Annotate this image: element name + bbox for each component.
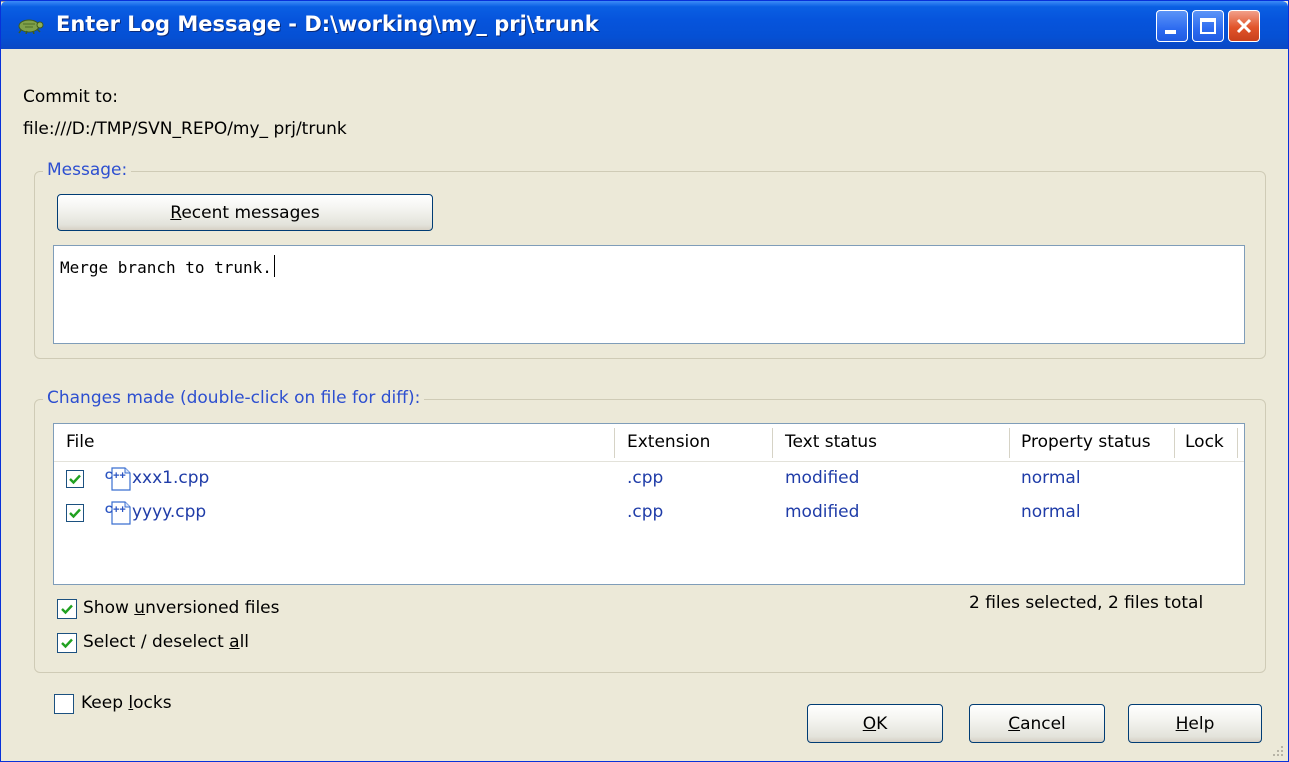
window-title: Enter Log Message - D:\working\my_ prj\t… — [56, 12, 599, 36]
maximize-icon — [1200, 18, 1216, 34]
check-mark-icon — [61, 604, 73, 615]
changed-files-list[interactable]: File Extension Text status Property stat… — [53, 423, 1245, 585]
svg-text:C++: C++ — [105, 504, 126, 516]
cpp-file-icon: C++ — [105, 501, 131, 525]
check-mark-icon — [69, 474, 81, 485]
column-divider[interactable] — [1237, 428, 1238, 458]
log-message-input[interactable]: Merge branch to trunk. — [53, 245, 1245, 344]
show-unversioned-checkbox[interactable] — [57, 599, 77, 619]
help-button[interactable]: Help — [1128, 704, 1262, 743]
row-property-status: normal — [1021, 502, 1081, 522]
message-group-title: Message: — [43, 160, 132, 180]
column-divider[interactable] — [772, 428, 773, 458]
cpp-file-icon: C++ — [105, 467, 131, 491]
list-header: File Extension Text status Property stat… — [54, 424, 1244, 462]
selection-summary: 2 files selected, 2 files total — [969, 593, 1204, 613]
close-icon — [1236, 18, 1252, 34]
table-row[interactable]: C++ xxx1.cpp .cpp modified normal — [54, 464, 1244, 498]
column-header-extension[interactable]: Extension — [627, 432, 710, 452]
recent-messages-button[interactable]: Recent messages — [57, 194, 433, 231]
row-text-status: modified — [785, 468, 860, 488]
changes-group-title: Changes made (double-click on file for d… — [43, 388, 425, 408]
log-message-text: Merge branch to trunk. — [60, 258, 272, 277]
row-checkbox[interactable] — [66, 470, 84, 488]
row-extension: .cpp — [627, 502, 664, 522]
column-header-file[interactable]: File — [66, 432, 94, 452]
show-unversioned-label[interactable]: Show unversioned files — [83, 598, 280, 618]
minimize-icon — [1165, 30, 1176, 34]
tortoise-app-icon — [18, 19, 44, 34]
cancel-button-label: Cancel — [1008, 713, 1066, 734]
ok-button-label: OK — [862, 713, 888, 734]
row-extension: .cpp — [627, 468, 664, 488]
title-bar[interactable]: Enter Log Message - D:\working\my_ prj\t… — [1, 1, 1288, 49]
close-button[interactable] — [1228, 10, 1260, 42]
row-text-status: modified — [785, 502, 860, 522]
maximize-button[interactable] — [1192, 10, 1224, 42]
keep-locks-checkbox[interactable] — [54, 694, 74, 714]
text-caret — [273, 255, 275, 277]
commit-url: file:///D:/TMP/SVN_REPO/my_ prj/trunk — [23, 119, 347, 139]
resize-grip-icon[interactable] — [1270, 743, 1284, 757]
table-row[interactable]: C++ yyyy.cpp .cpp modified normal — [54, 498, 1244, 532]
keep-locks-label[interactable]: Keep locks — [81, 693, 172, 713]
row-file-name: yyyy.cpp — [132, 502, 207, 522]
row-file-name: xxx1.cpp — [132, 468, 210, 488]
minimize-button[interactable] — [1156, 10, 1188, 42]
row-property-status: normal — [1021, 468, 1081, 488]
ok-button[interactable]: OK — [807, 704, 943, 743]
select-all-checkbox[interactable] — [57, 633, 77, 653]
cancel-button[interactable]: Cancel — [969, 704, 1105, 743]
log-message-dialog: Enter Log Message - D:\working\my_ prj\t… — [0, 0, 1289, 762]
column-divider[interactable] — [1174, 428, 1175, 458]
svg-text:C++: C++ — [105, 470, 126, 482]
check-mark-icon — [69, 508, 81, 519]
column-header-lock[interactable]: Lock — [1185, 432, 1224, 452]
help-button-label: Help — [1175, 713, 1215, 734]
check-mark-icon — [61, 638, 73, 649]
column-header-property-status[interactable]: Property status — [1021, 432, 1151, 452]
column-divider[interactable] — [614, 428, 615, 458]
column-divider[interactable] — [1009, 428, 1010, 458]
row-checkbox[interactable] — [66, 504, 84, 522]
select-all-label[interactable]: Select / deselect all — [83, 632, 249, 652]
commit-to-label: Commit to: — [23, 87, 118, 107]
column-header-text-status[interactable]: Text status — [785, 432, 877, 452]
recent-messages-label: Recent messages — [170, 202, 320, 223]
